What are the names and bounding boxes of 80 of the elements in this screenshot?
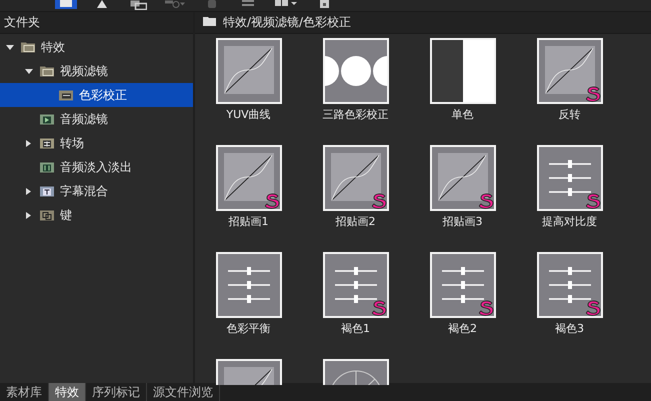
s-badge-icon	[478, 193, 494, 209]
sliders-thumbnail	[432, 254, 494, 316]
tree-item[interactable]: 音频淡入淡出	[0, 155, 193, 179]
s-badge-icon	[586, 300, 600, 316]
toolbar-button[interactable]	[273, 0, 299, 9]
tree-item[interactable]: 键	[0, 203, 193, 227]
expand-arrow-icon[interactable]	[25, 138, 33, 148]
circles-thumbnail	[324, 40, 386, 102]
collapse-arrow-icon[interactable]	[25, 66, 33, 76]
layers-folder-icon	[40, 210, 54, 220]
effect-thumbnail[interactable]	[536, 38, 602, 104]
sliders-thumbnail	[218, 254, 280, 316]
s-badge-icon	[264, 193, 280, 209]
s-badge-icon	[372, 193, 386, 209]
effect-thumbnail[interactable]	[430, 145, 496, 211]
effect-label: 褐色1	[341, 321, 370, 336]
sliders-thumbnail	[538, 147, 600, 209]
effect-label: 单色	[452, 107, 474, 122]
tree-item[interactable]: 音频滤镜	[0, 107, 193, 131]
triangle-icon	[97, 0, 107, 8]
folder-icon	[21, 42, 35, 52]
expand-arrow-icon[interactable]	[25, 210, 33, 220]
effect-thumbnail[interactable]	[536, 145, 602, 211]
curve-thumbnail	[538, 40, 600, 102]
folder-icon	[40, 66, 54, 76]
effect-thumbnail[interactable]	[322, 145, 388, 211]
effect-label: 反转	[558, 107, 580, 122]
curve-thumbnail	[218, 147, 280, 209]
effect-label: 招贴画3	[442, 214, 482, 229]
s-badge-icon	[586, 193, 600, 209]
tree-item[interactable]: 特效	[0, 35, 193, 59]
curve-thumbnail	[324, 147, 386, 209]
toolbar-button[interactable]	[55, 0, 77, 9]
effect-label: 招贴画2	[336, 214, 376, 229]
effect-label: 三路色彩校正	[322, 107, 388, 122]
panel-title: 文件夹	[4, 14, 40, 31]
square-icon	[60, 0, 72, 7]
split-thumbnail	[432, 40, 494, 102]
s-badge-icon	[478, 300, 494, 316]
filmstrip-folder-icon	[59, 90, 73, 100]
s-badge-icon	[586, 86, 600, 102]
effect-thumbnail[interactable]	[536, 252, 602, 318]
effect-label: 提高对比度	[542, 214, 597, 229]
effect-thumbnail[interactable]	[322, 38, 388, 104]
effect-thumbnail[interactable]	[216, 252, 282, 318]
panel-tab[interactable]: 序列标记	[86, 383, 147, 401]
effect-thumbnail[interactable]	[322, 252, 388, 318]
curve-thumbnail	[218, 40, 280, 102]
sliders-thumbnail	[324, 254, 386, 316]
audio-folder-icon	[40, 162, 54, 172]
tree-item[interactable]: 字幕混合	[0, 179, 193, 203]
effect-label: 褐色3	[555, 321, 584, 336]
tree-item[interactable]: 色彩校正	[0, 83, 193, 107]
audio-folder-icon	[40, 114, 54, 124]
sliders-thumbnail	[538, 254, 600, 316]
effect-label: 色彩平衡	[226, 321, 270, 336]
add-dropdown-icon	[165, 0, 185, 8]
curve-thumbnail	[432, 147, 494, 209]
text-folder-icon	[40, 186, 54, 196]
effect-label: 招贴画1	[228, 214, 268, 229]
folder-icon	[203, 16, 217, 26]
tree-item[interactable]: 视频滤镜	[0, 59, 193, 83]
tree-item[interactable]: 转场	[0, 131, 193, 155]
effect-label: YUV曲线	[226, 107, 271, 122]
effect-thumbnail[interactable]	[216, 38, 282, 104]
grid-folder-icon	[40, 138, 54, 148]
panel-tab[interactable]: 特效	[49, 383, 86, 401]
expand-arrow-icon[interactable]	[25, 186, 33, 196]
panel-tab[interactable]: 源文件浏览	[147, 383, 220, 401]
effect-thumbnail[interactable]	[430, 252, 496, 318]
view-dropdown-icon	[275, 0, 297, 6]
folder-path: 特效/视频滤镜/色彩校正	[223, 14, 352, 31]
lock-icon	[320, 0, 328, 8]
collapse-arrow-icon[interactable]	[6, 42, 14, 52]
list-icon	[242, 0, 254, 6]
effect-thumbnail[interactable]	[216, 145, 282, 211]
s-badge-icon	[372, 300, 386, 316]
effect-label: 褐色2	[448, 321, 477, 336]
effect-thumbnail[interactable]	[430, 38, 496, 104]
link-icon	[130, 0, 146, 10]
